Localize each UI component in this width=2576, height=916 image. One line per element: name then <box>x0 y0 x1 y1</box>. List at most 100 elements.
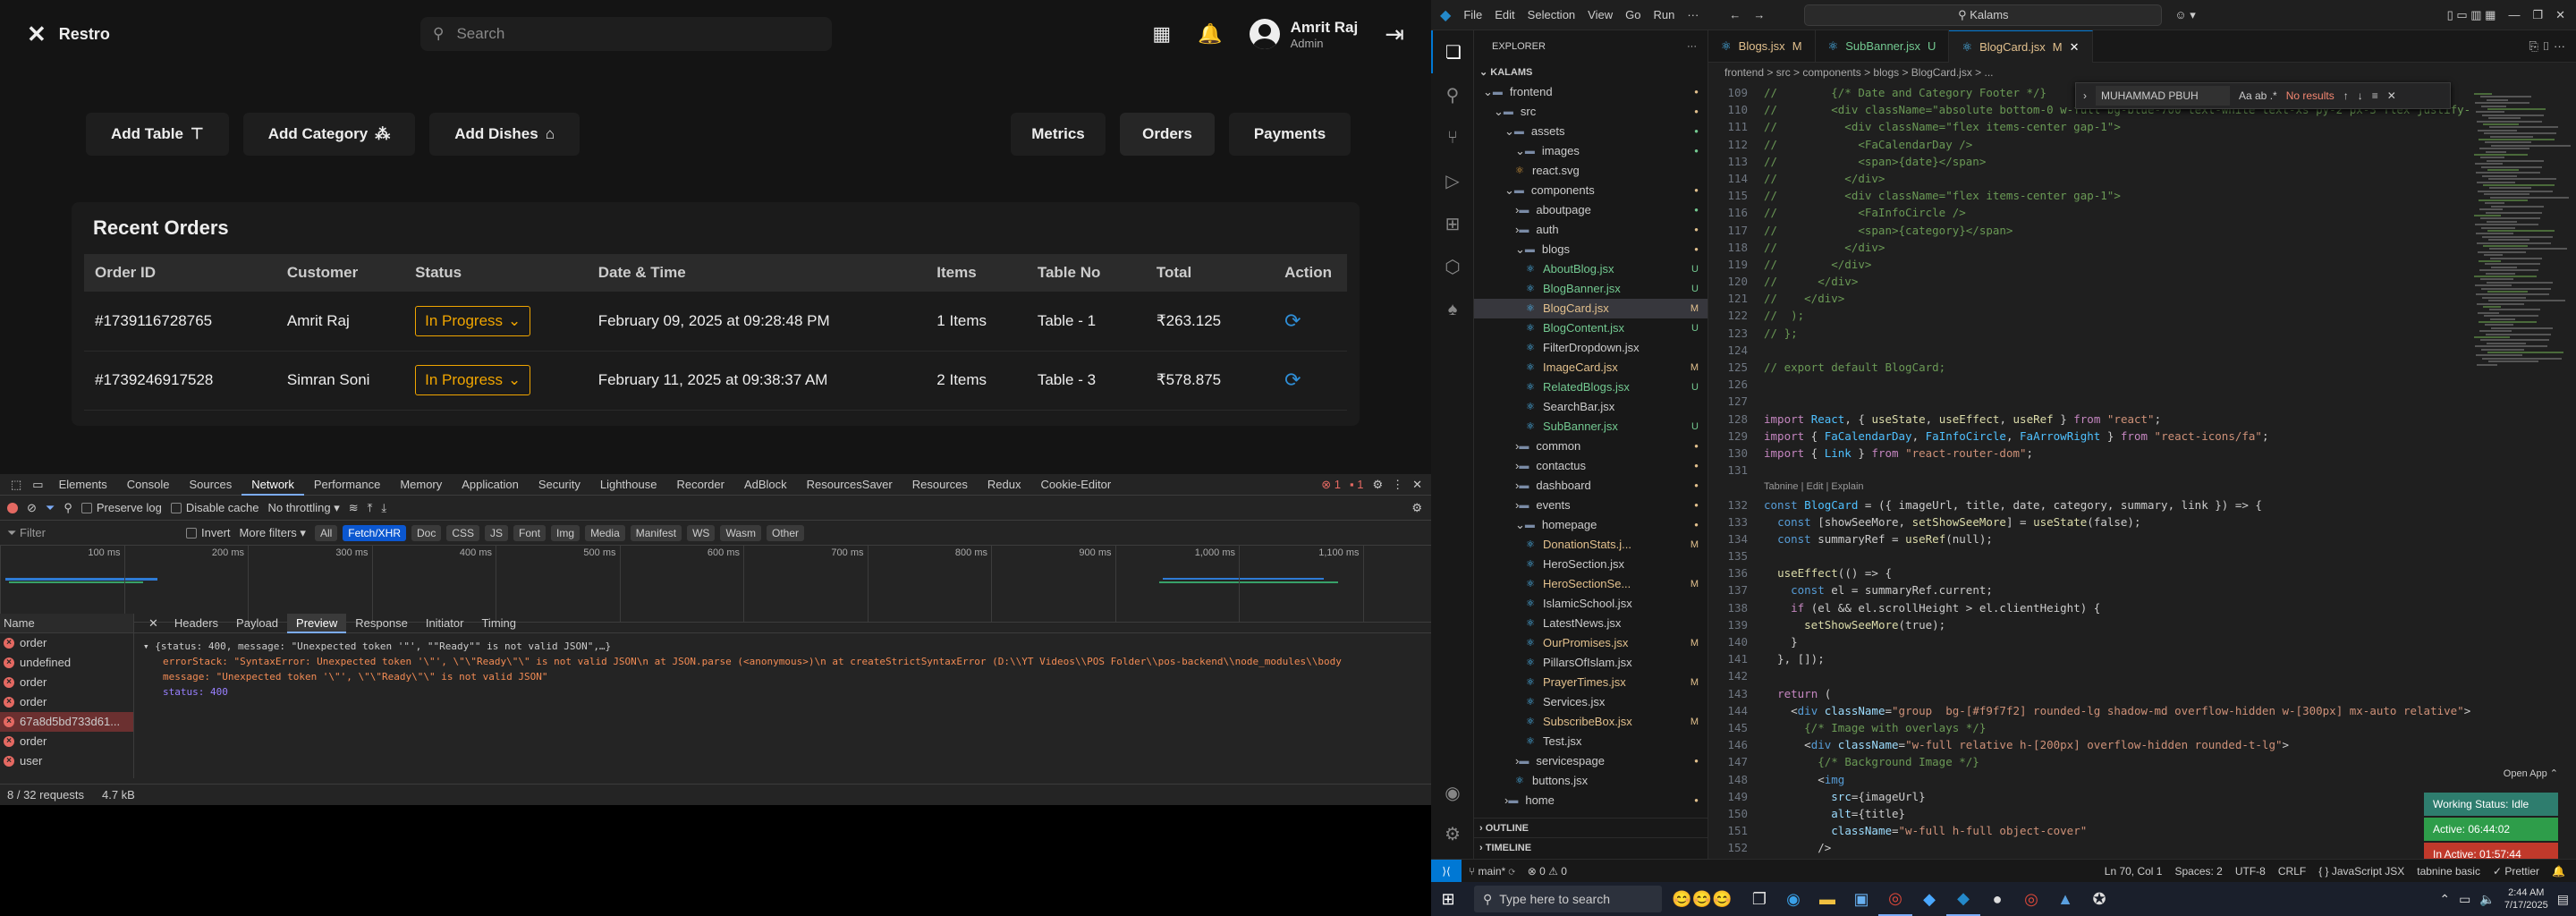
filter-chip-other[interactable]: Other <box>767 524 805 541</box>
menu-selection[interactable]: Selection <box>1528 8 1575 21</box>
add-table-button[interactable]: Add Table ⊤ <box>86 113 229 156</box>
layout-icons[interactable]: ▯ ▭ ▥ ▦ <box>2447 8 2496 22</box>
file-item[interactable]: ⚛ BlogCard.jsx M <box>1474 299 1707 318</box>
tabnine-hint[interactable]: Tabnine | Edit | Explain <box>1708 479 2576 496</box>
filter-chip-fetch-xhr[interactable]: Fetch/XHR <box>343 524 406 541</box>
remote-icon[interactable]: ⬡ <box>1431 245 1474 288</box>
clock[interactable]: 2:44 AM 7/17/2025 <box>2504 886 2548 912</box>
tab-redux[interactable]: Redux <box>978 474 1031 496</box>
explorer-more-icon[interactable]: ··· <box>1687 30 1707 63</box>
filter-chip-img[interactable]: Img <box>551 524 580 541</box>
tab-cookie-editor[interactable]: Cookie-Editor <box>1030 474 1121 496</box>
mongodb-icon[interactable]: ♠ <box>1431 288 1474 331</box>
preview-line-1[interactable]: ▾ {status: 400, message: "Unexpected tok… <box>143 639 1422 654</box>
tab-recorder[interactable]: Recorder <box>666 474 733 496</box>
toggle-replace-icon[interactable]: › <box>2083 89 2087 102</box>
request-item[interactable]: × order <box>0 692 133 712</box>
file-item[interactable]: ⚛ buttons.jsx <box>1474 771 1707 791</box>
refresh-icon[interactable]: ⟳ <box>1284 310 1301 332</box>
folder-item[interactable]: › ▬ events ● <box>1474 496 1707 515</box>
minimize-icon[interactable]: — <box>2508 8 2520 21</box>
indentation[interactable]: Spaces: 2 <box>2174 865 2234 878</box>
warning-count[interactable]: ▪ 1 <box>1350 478 1363 491</box>
status-toast[interactable]: Working Status: Idle <box>2424 793 2558 816</box>
file-item[interactable]: ⚛ SearchBar.jsx <box>1474 397 1707 417</box>
dashboard-grid-icon[interactable]: ▦ <box>1152 22 1171 46</box>
outline-section[interactable]: › OUTLINE <box>1474 818 1707 837</box>
tab-metrics[interactable]: Metrics <box>1011 113 1106 156</box>
bell-icon[interactable]: 🔔 <box>1198 22 1222 46</box>
tab-memory[interactable]: Memory <box>390 474 452 496</box>
folder-item[interactable]: › ▬ home ● <box>1474 791 1707 810</box>
editor-tab[interactable]: ⚛ Blogs.jsx M <box>1708 30 1816 63</box>
tab-payments[interactable]: Payments <box>1229 113 1351 156</box>
tab-orders[interactable]: Orders <box>1120 113 1215 156</box>
file-item[interactable]: ⚛ FilterDropdown.jsx <box>1474 338 1707 358</box>
close-tab-icon[interactable]: ✕ <box>2070 31 2080 64</box>
editor-tab[interactable]: ⚛ BlogCard.jsx M ✕ <box>1949 30 2093 64</box>
emoji-widget-icon[interactable]: 😊😊😊 <box>1662 882 1742 916</box>
breadcrumb[interactable]: frontend > src > components > blogs > Bl… <box>1708 63 2576 82</box>
file-item[interactable]: ⚛ LatestNews.jsx <box>1474 614 1707 633</box>
prettier-status[interactable]: ✓ Prettier <box>2493 865 2552 878</box>
filter-chip-media[interactable]: Media <box>585 524 625 541</box>
folder-item[interactable]: ⌄ ▬ homepage ● <box>1474 515 1707 535</box>
folder-item[interactable]: › ▬ common ● <box>1474 437 1707 456</box>
file-item[interactable]: ⚛ SubBanner.jsx U <box>1474 417 1707 437</box>
more-options-icon[interactable]: ⋮ <box>1392 478 1403 492</box>
file-item[interactable]: ⚛ PillarsOfIslam.jsx <box>1474 653 1707 673</box>
folder-item[interactable]: › ▬ contactus ● <box>1474 456 1707 476</box>
github-icon[interactable]: ● <box>1980 882 2014 916</box>
detail-tab-response[interactable]: Response <box>346 614 417 633</box>
tray-chevron-icon[interactable]: ⌃ <box>2439 892 2450 907</box>
photos-icon[interactable]: ▲ <box>2048 882 2082 916</box>
network-icon[interactable]: ▭ <box>2459 892 2470 907</box>
folder-item[interactable]: ⌄ ▬ images ● <box>1474 141 1707 161</box>
filter-input[interactable]: ⏷ Filter <box>7 526 177 540</box>
detail-tab-headers[interactable]: Headers <box>165 614 227 633</box>
encoding[interactable]: UTF-8 <box>2235 865 2278 878</box>
workspace-root[interactable]: ⌄ KALAMS <box>1474 63 1707 82</box>
detail-tab-initiator[interactable]: Initiator <box>417 614 473 633</box>
record-stop-icon[interactable] <box>7 502 18 513</box>
user-profile[interactable]: Amrit Raj Admin <box>1249 19 1358 50</box>
editor-actions[interactable]: ⎘ ▯ ··· <box>2518 30 2576 62</box>
cursor-position[interactable]: Ln 70, Col 1 <box>2105 865 2175 878</box>
filter-chip-css[interactable]: CSS <box>446 524 480 541</box>
close-icon[interactable]: ✕ <box>1412 478 1422 492</box>
vscode-taskbar-icon[interactable]: ◆ <box>1946 882 1980 916</box>
file-item[interactable]: ⚛ ImageCard.jsx M <box>1474 358 1707 377</box>
match-options[interactable]: Aa ab .* <box>2239 89 2277 102</box>
invert-checkbox[interactable]: Invert <box>186 526 231 539</box>
file-item[interactable]: ⚛ PrayerTimes.jsx M <box>1474 673 1707 692</box>
find-in-selection-icon[interactable]: ≡ <box>2372 89 2378 102</box>
inspect-icon[interactable]: ⬚ <box>5 478 27 492</box>
request-item[interactable]: × 67a8d5bd733d61... <box>0 712 133 732</box>
preserve-log-checkbox[interactable]: Preserve log <box>80 501 162 514</box>
tab-adblock[interactable]: AdBlock <box>734 474 797 496</box>
download-icon[interactable]: ⤓ <box>381 501 386 515</box>
tab-sources[interactable]: Sources <box>180 474 242 496</box>
editor-tab[interactable]: ⚛ SubBanner.jsx U <box>1816 30 1950 63</box>
request-item[interactable]: × order <box>0 732 133 751</box>
menu-go[interactable]: Go <box>1625 8 1640 21</box>
file-item[interactable]: ⚛ HeroSectionSe... M <box>1474 574 1707 594</box>
chrome-icon-2[interactable]: ◎ <box>2014 882 2048 916</box>
detail-tab-timing[interactable]: Timing <box>472 614 525 633</box>
file-explorer-icon[interactable]: ▬ <box>1810 882 1844 916</box>
filter-chip-doc[interactable]: Doc <box>411 524 442 541</box>
eol[interactable]: CRLF <box>2278 865 2318 878</box>
tab-performance[interactable]: Performance <box>304 474 390 496</box>
notification-center-icon[interactable]: ▤ <box>2557 892 2569 907</box>
folder-item[interactable]: ⌄ ▬ components ● <box>1474 181 1707 200</box>
file-item[interactable]: ⚛ Services.jsx <box>1474 692 1707 712</box>
file-item[interactable]: ⚛ BlogContent.jsx U <box>1474 318 1707 338</box>
tab-network[interactable]: Network <box>242 474 304 496</box>
request-item[interactable]: × user <box>0 751 133 771</box>
chrome-icon[interactable]: ◎ <box>1878 882 1912 916</box>
run-debug-icon[interactable]: ▷ <box>1431 159 1474 202</box>
status-select[interactable]: In Progress ⌄ <box>415 305 531 336</box>
search-input[interactable]: Search <box>456 25 504 43</box>
filter-chip-font[interactable]: Font <box>513 524 547 541</box>
settings-gear-icon[interactable]: ⚙ <box>1372 478 1383 492</box>
